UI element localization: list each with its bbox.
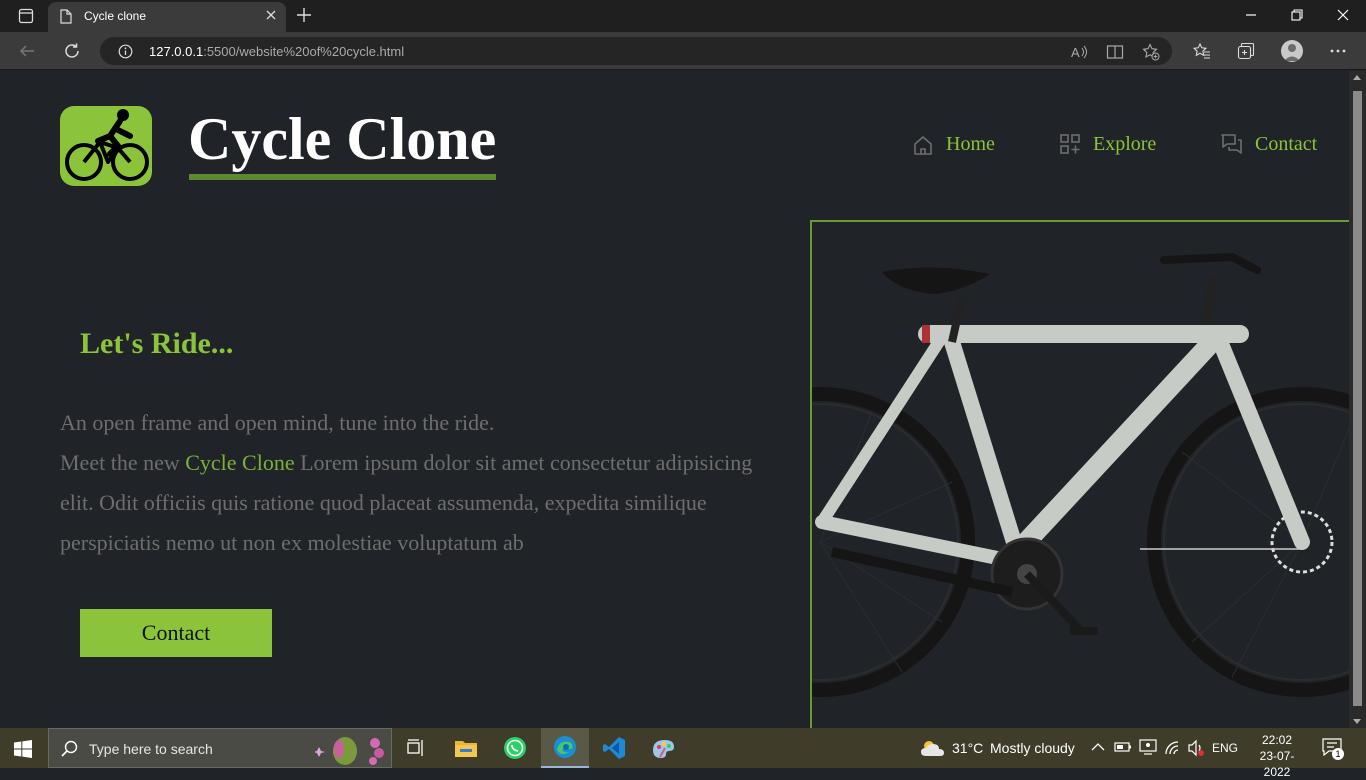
task-view-icon	[407, 739, 423, 756]
hero-description: An open frame and open mind, tune into t…	[60, 403, 780, 563]
tab-title: Cycle clone	[84, 9, 147, 23]
restore-icon[interactable]	[1290, 8, 1304, 22]
grid-icon	[1060, 134, 1080, 154]
new-tab-icon[interactable]	[296, 7, 312, 23]
browser-tab-bar: Cycle clone	[0, 0, 1366, 32]
profile-avatar[interactable]	[1281, 40, 1303, 62]
web-page: Cycle Clone Home Explore Contact Let's R…	[0, 71, 1349, 728]
search-placeholder: Type here to search	[89, 741, 213, 757]
hero-paragraph: Meet the new Cycle Clone Lorem ipsum dol…	[60, 450, 753, 555]
vscode-button[interactable]	[590, 728, 638, 768]
immersive-reader-icon[interactable]	[1106, 43, 1124, 61]
weather-condition[interactable]: Mostly cloudy	[990, 740, 1075, 756]
hero-heading: Let's Ride...	[80, 327, 234, 360]
file-explorer-button[interactable]	[442, 728, 490, 768]
search-highlight-icon	[315, 737, 384, 765]
weather-cloudy-icon[interactable]	[920, 738, 946, 758]
url-text: 127.0.0.1:5500/website%20of%20cycle.html	[149, 44, 405, 59]
taskbar-search[interactable]: Type here to search	[48, 728, 392, 768]
hero-line-1: An open frame and open mind, tune into t…	[60, 410, 495, 435]
nav-explore[interactable]: Explore	[1060, 133, 1156, 156]
nav-home-label: Home	[946, 133, 995, 155]
scroll-thumb[interactable]	[1353, 91, 1362, 706]
taskbar-clock[interactable]: 22:02 23-07-2022	[1254, 732, 1300, 780]
browser-tab[interactable]: Cycle clone	[48, 2, 286, 32]
meet-now-icon[interactable]	[1139, 739, 1157, 755]
favorites-icon[interactable]	[1193, 42, 1211, 60]
edge-browser-button[interactable]	[541, 728, 589, 768]
edge-icon	[554, 736, 576, 758]
nav-contact[interactable]: Contact	[1221, 133, 1317, 156]
nav-contact-label: Contact	[1255, 133, 1318, 155]
title-underline	[189, 174, 496, 180]
scroll-up-icon[interactable]	[1353, 75, 1361, 80]
taskbar: Type here to search 31°C Mostly cloudy E…	[0, 728, 1366, 779]
tab-actions-icon[interactable]	[10, 6, 38, 26]
paint-app-button[interactable]	[639, 728, 687, 768]
language-indicator[interactable]: ENG	[1212, 741, 1238, 755]
whatsapp-icon	[504, 737, 526, 759]
contact-button[interactable]: Contact	[80, 609, 272, 657]
whatsapp-button[interactable]	[491, 728, 539, 768]
site-info-icon[interactable]	[118, 44, 133, 59]
folder-icon	[455, 741, 477, 757]
palette-icon	[653, 740, 674, 758]
nav-home[interactable]: Home	[912, 133, 995, 156]
collections-icon[interactable]	[1237, 42, 1255, 60]
wifi-icon[interactable]	[1164, 740, 1182, 756]
page-scrollbar[interactable]	[1349, 71, 1366, 728]
cyclist-icon	[65, 109, 149, 181]
page-icon	[60, 9, 72, 24]
clock-time: 22:02	[1261, 733, 1293, 747]
action-center-button[interactable]: 1	[1322, 738, 1346, 760]
weather-temperature[interactable]: 31°C	[952, 740, 983, 756]
close-tab-icon[interactable]	[264, 8, 278, 22]
chat-icon	[1221, 134, 1242, 154]
minimize-icon[interactable]	[1244, 8, 1258, 22]
add-favorite-icon[interactable]	[1142, 43, 1160, 61]
clock-date: 23-07-2022	[1259, 749, 1295, 779]
logo[interactable]	[60, 106, 152, 186]
scroll-down-icon[interactable]	[1353, 719, 1361, 724]
nav-explore-label: Explore	[1093, 133, 1157, 155]
close-window-icon[interactable]	[1336, 8, 1350, 22]
task-view-button[interactable]	[392, 728, 440, 768]
more-options-icon[interactable]	[1329, 42, 1347, 60]
windows-start-icon[interactable]	[14, 740, 32, 758]
svg-text:A: A	[1071, 45, 1080, 60]
battery-icon[interactable]	[1114, 741, 1132, 753]
address-toolbar: 127.0.0.1:5500/website%20of%20cycle.html…	[0, 32, 1366, 70]
site-title[interactable]: Cycle Clone	[188, 109, 496, 169]
address-bar[interactable]: 127.0.0.1:5500/website%20of%20cycle.html…	[100, 37, 1172, 65]
brand-highlight: Cycle Clone	[185, 450, 295, 475]
notification-badge: 1	[1332, 748, 1344, 760]
read-aloud-icon[interactable]: A	[1070, 43, 1088, 61]
bicycle-image	[810, 220, 1349, 728]
refresh-icon[interactable]	[63, 42, 81, 60]
volume-icon[interactable]	[1187, 739, 1205, 757]
show-hidden-icons-icon[interactable]	[1091, 742, 1105, 752]
vscode-icon	[603, 737, 625, 759]
back-icon[interactable]	[18, 42, 36, 60]
home-icon	[914, 135, 932, 155]
search-icon	[61, 740, 78, 757]
